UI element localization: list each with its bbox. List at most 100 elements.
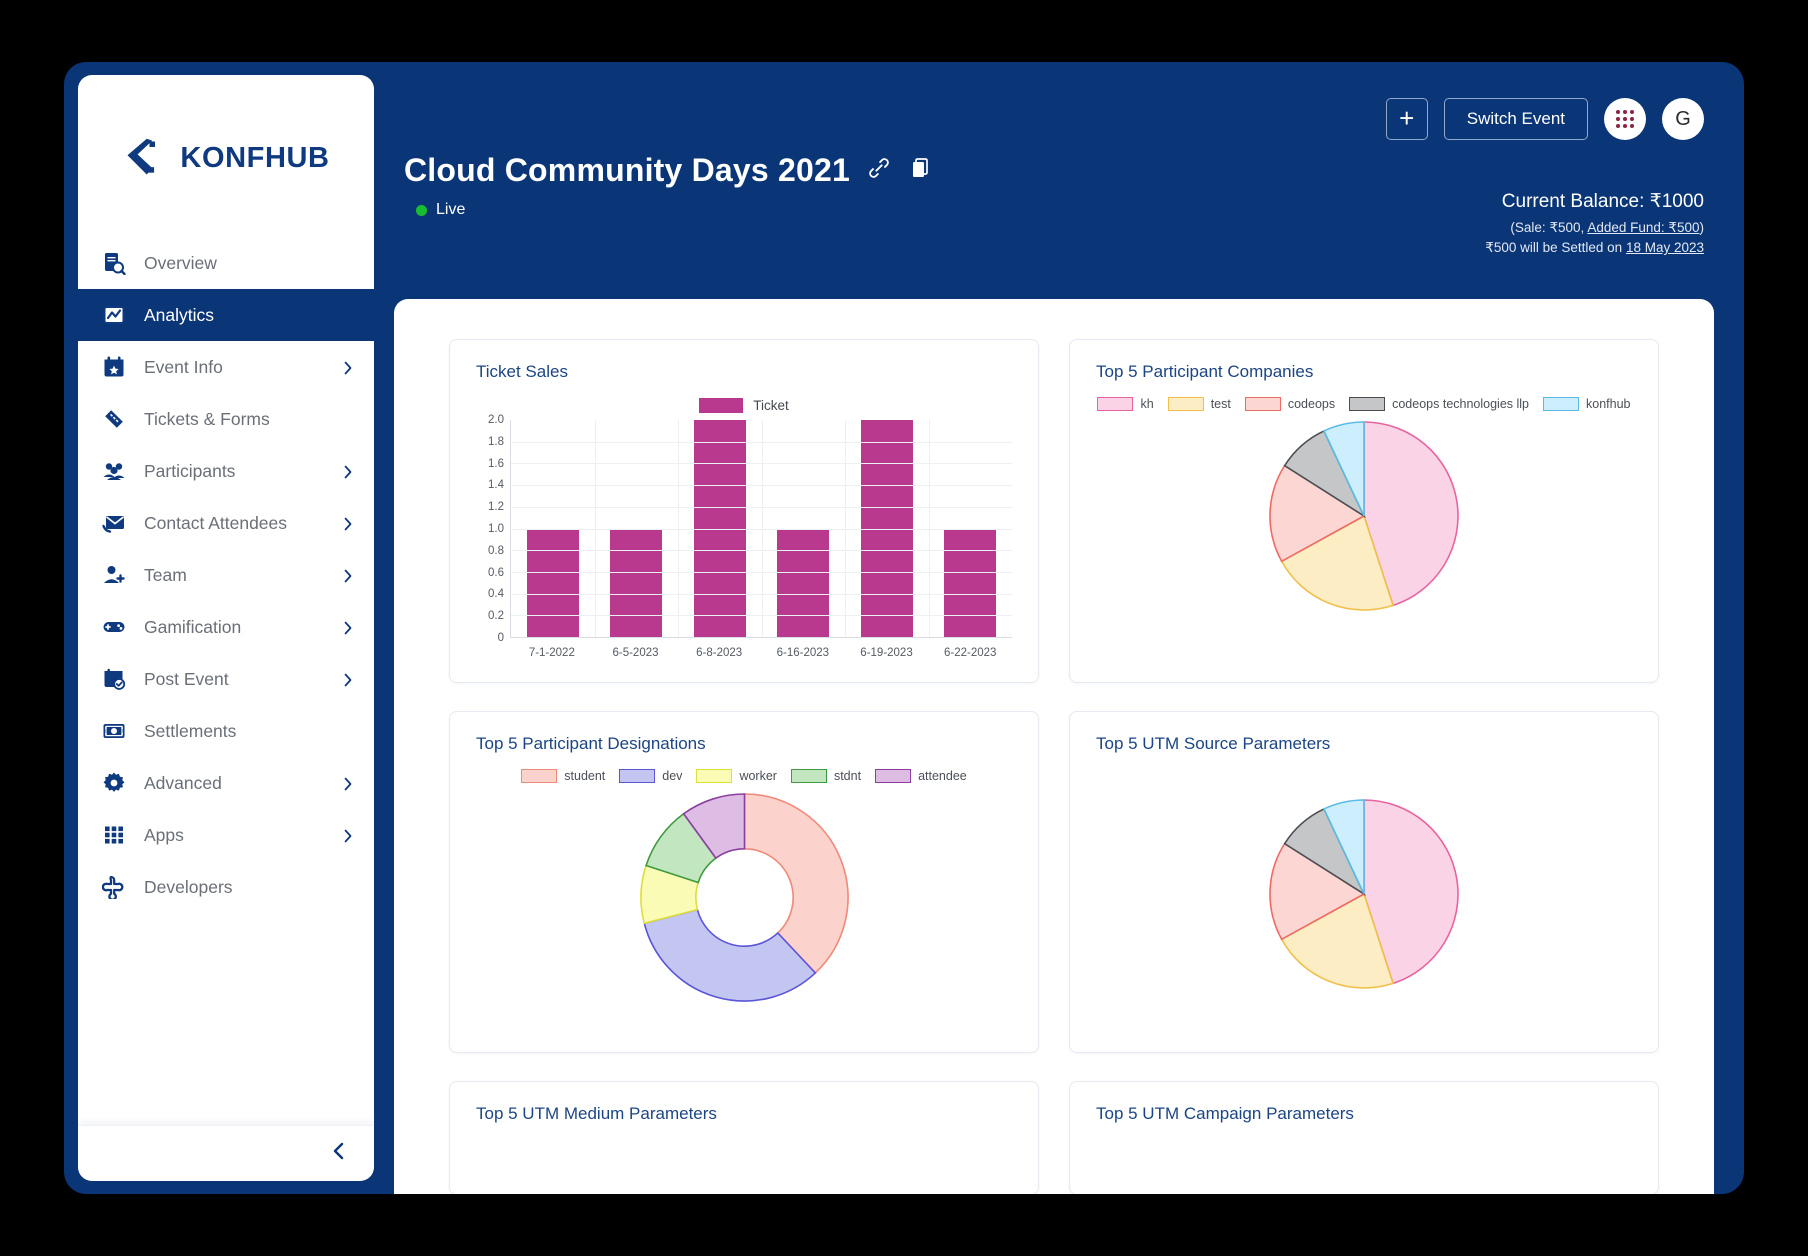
calendar-icon	[102, 355, 126, 379]
legend-swatch	[1167, 397, 1204, 411]
y-tick-label: 0.4	[488, 588, 504, 601]
sidebar-item-label: Settlements	[144, 720, 237, 741]
analytics-scroll-area[interactable]: Ticket Sales Ticket 2.0 1.8 1.6 1.4 1.2 1.0 0.…	[394, 299, 1714, 1194]
avatar[interactable]: G	[1662, 98, 1704, 140]
sidebar-item-gamification[interactable]: Gamification	[78, 601, 374, 653]
card-title: Top 5 UTM Source Parameters	[1096, 734, 1331, 753]
sidebar-item-contact-attendees[interactable]: Contact Attendees	[78, 497, 374, 549]
legend-swatch	[1244, 397, 1281, 411]
balance-breakdown: (Sale: ₹500, Added Fund: ₹500)	[1485, 220, 1704, 236]
card-participant-companies: Top 5 Participant Companies kh test codeop…	[1069, 339, 1659, 683]
y-tick-label: 1.6	[488, 457, 504, 470]
legend-entry[interactable]: konfhub	[1543, 397, 1631, 411]
x-tick-label: 6-8-2023	[696, 647, 743, 659]
participant-companies-chart: kh test codeops codeops technologies llp kon…	[1096, 388, 1632, 656]
legend-entry[interactable]: stdnt	[790, 769, 862, 783]
sidebar-item-overview[interactable]: Overview	[78, 237, 374, 289]
sidebar-collapse-button[interactable]	[78, 1125, 374, 1181]
analytics-card-grid: Ticket Sales Ticket 2.0 1.8 1.6 1.4 1.2 1.0 0.…	[449, 339, 1659, 1194]
brand-logo[interactable]: KONFHUB	[78, 75, 374, 215]
sidebar-item-label: Gamification	[144, 616, 242, 637]
gridline	[845, 420, 846, 637]
legend-label: test	[1210, 397, 1231, 411]
legend-entry[interactable]: codeops technologies llp	[1349, 397, 1529, 411]
ticket-icon	[102, 407, 126, 431]
y-tick-label: 1.2	[488, 501, 504, 514]
legend-swatch	[696, 769, 733, 783]
mail-icon	[102, 511, 126, 535]
sidebar-item-apps[interactable]: Apps	[78, 809, 374, 861]
sidebar-item-team[interactable]: Team	[78, 549, 374, 601]
legend-label: codeops technologies llp	[1392, 397, 1530, 411]
sidebar-item-label: Participants	[144, 460, 236, 481]
apps-grid-icon	[1616, 110, 1634, 128]
utm-medium-chart	[476, 1130, 1012, 1170]
legend-entry[interactable]: codeops	[1244, 397, 1335, 411]
sidebar-item-post-event[interactable]: Post Event	[78, 653, 374, 705]
legend-entry[interactable]: worker	[696, 769, 777, 783]
konfhub-logo-icon	[122, 136, 166, 180]
x-tick-label: 6-22-2023	[943, 647, 997, 659]
apps-grid-button[interactable]	[1604, 98, 1646, 140]
legend-label: dev	[662, 769, 683, 783]
sidebar-item-participants[interactable]: Participants	[78, 445, 374, 497]
y-tick-label: 1.0	[488, 523, 504, 535]
pie-chart	[1096, 760, 1632, 1028]
chevron-right-icon	[342, 465, 354, 479]
balance-sale-text: (Sale: ₹500,	[1510, 220, 1588, 235]
legend-entry[interactable]: kh	[1097, 397, 1154, 411]
app-window: KONFHUB Overview Analytics Event Info Ticke…	[64, 62, 1744, 1194]
added-fund-link[interactable]: Added Fund: ₹500	[1587, 220, 1699, 235]
copy-icon[interactable]	[908, 156, 932, 185]
link-icon[interactable]	[866, 155, 892, 186]
sidebar: KONFHUB Overview Analytics Event Info Ticke…	[78, 75, 374, 1181]
card-participant-designations: Top 5 Participant Designations student de…	[449, 711, 1039, 1053]
gridline	[761, 420, 763, 637]
sidebar-item-label: Apps	[144, 824, 184, 845]
card-title: Top 5 UTM Campaign Parameters	[1096, 1104, 1354, 1123]
settlement-date-link[interactable]: 18 May 2023	[1626, 240, 1704, 255]
chevron-right-icon	[342, 621, 354, 635]
legend-label: konfhub	[1586, 397, 1631, 411]
sidebar-item-label: Analytics	[144, 304, 215, 325]
post-event-icon	[102, 667, 126, 691]
y-tick-label: 1.8	[488, 435, 504, 448]
sidebar-item-tickets-forms[interactable]: Tickets & Forms	[78, 393, 374, 445]
sidebar-item-analytics[interactable]: Analytics	[78, 289, 374, 341]
legend-entry[interactable]: student	[521, 769, 605, 783]
legend-label-ticket: Ticket	[753, 397, 789, 413]
legend-swatch	[875, 769, 912, 783]
sidebar-item-advanced[interactable]: Advanced	[78, 757, 374, 809]
sidebar-item-event-info[interactable]: Event Info	[78, 341, 374, 393]
current-balance: Current Balance: ₹1000	[1501, 191, 1704, 212]
sidebar-item-label: Post Event	[144, 668, 229, 689]
balance-sub-suffix: )	[1699, 220, 1705, 235]
switch-event-button[interactable]: Switch Event	[1443, 98, 1588, 140]
legend-entry[interactable]: dev	[619, 769, 682, 783]
add-event-button[interactable]: +	[1385, 98, 1428, 140]
status-label: Live	[436, 201, 466, 218]
x-tick-label: 6-16-2023	[776, 647, 830, 659]
x-axis-labels: 7-1-2022 6-5-2023 6-8-2023 6-16-2023 6-19-20…	[510, 638, 1012, 659]
bar[interactable]	[610, 528, 663, 637]
sidebar-item-label: Team	[144, 564, 187, 585]
chevron-right-icon	[342, 673, 354, 687]
gridline	[594, 420, 596, 637]
sidebar-item-settlements[interactable]: Settlements	[78, 705, 374, 757]
bar[interactable]	[777, 528, 830, 637]
donut-chart	[476, 790, 1012, 1005]
participant-designations-chart: student dev worker stdnt attendee	[476, 760, 1012, 1028]
legend-swatch	[1097, 397, 1134, 411]
legend-entry[interactable]: test	[1167, 397, 1231, 411]
ticket-sales-chart: Ticket 2.0 1.8 1.6 1.4 1.2 1.0 0.8 0.6 0.4 0.2 0 7…	[476, 390, 1012, 659]
x-tick-label: 7-1-2022	[528, 647, 575, 659]
legend-label: stdnt	[833, 769, 862, 783]
page-title: Cloud Community Days 2021	[404, 152, 850, 188]
bar[interactable]	[526, 528, 579, 637]
x-tick-label: 6-19-2023	[860, 647, 913, 659]
legend-entry[interactable]: attendee	[875, 769, 967, 783]
sidebar-item-developers[interactable]: Developers	[78, 861, 374, 913]
card-ticket-sales: Ticket Sales Ticket 2.0 1.8 1.6 1.4 1.2 1.0 0.…	[449, 339, 1039, 683]
bar[interactable]	[944, 528, 997, 637]
legend-swatch	[521, 769, 558, 783]
